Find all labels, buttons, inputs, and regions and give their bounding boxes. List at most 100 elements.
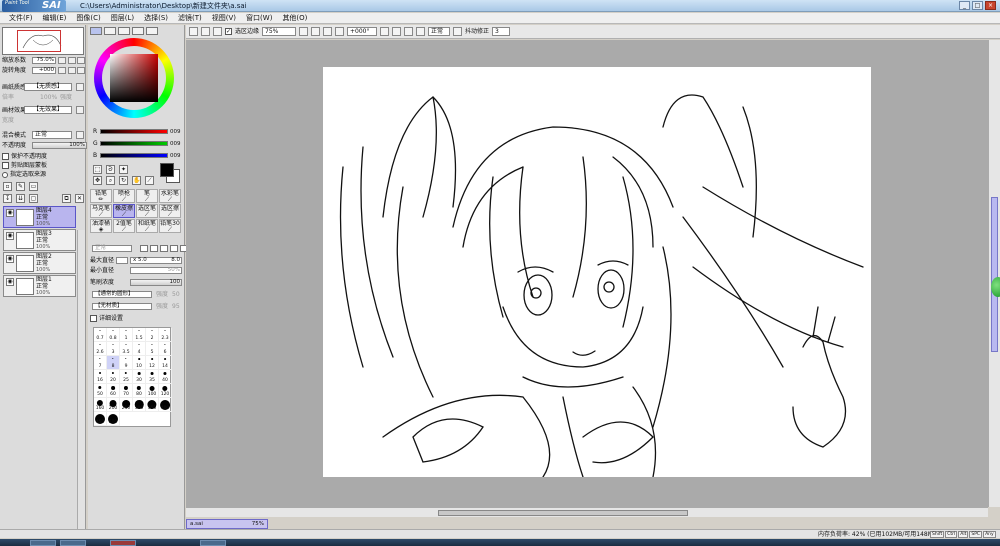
menu-file[interactable]: 文件(F) [4,13,38,23]
saturation-value-square[interactable] [110,54,158,102]
magic-wand-icon[interactable]: ✦ [119,165,128,174]
brush-size-cell[interactable]: 9 [120,356,133,370]
eyedropper-icon[interactable]: ⟋ [145,176,154,185]
transfer-down-icon[interactable]: ↧ [3,194,12,203]
brush-size-cell[interactable]: 4 [133,342,146,356]
edge-shape-4[interactable] [170,245,178,252]
tool-select-eraser[interactable]: 选区擦 ⟋ [159,204,181,218]
taskbar-app-2[interactable] [60,540,86,546]
layer-item-3[interactable]: ◉ 图层3 正常 100% [3,229,76,251]
stabilizer-select[interactable]: 3 [492,27,511,36]
brush-size-cell[interactable]: 10 [133,356,146,370]
taskbar-app-1[interactable] [30,540,56,546]
menu-canvas[interactable]: 图像(C) [71,13,105,23]
zoom-fit-button[interactable] [335,27,345,36]
menu-selection[interactable]: 选择(S) [139,13,173,23]
brush-texture-select[interactable]: 【无材质】 [92,303,152,310]
menu-edit[interactable]: 编辑(E) [38,13,72,23]
brush-size-cell[interactable]: 80 [133,384,146,398]
preserve-opacity-checkbox[interactable] [2,153,9,160]
tool-watercolor[interactable]: 水彩笔 ⟋ [159,189,181,203]
selection-source-radio[interactable] [2,171,8,178]
color-wheel-tab[interactable] [90,27,102,35]
scratchpad-tab[interactable] [146,27,158,35]
green-slider[interactable] [100,141,168,146]
tool-bucket[interactable]: 油漆桶 ◈ [90,219,112,233]
brush-size-cell[interactable]: 40 [159,370,172,384]
brush-size-cell[interactable]: 1.5 [133,328,146,342]
preserve-opacity-option[interactable]: 保护不透明度 [2,153,47,160]
clipping-option[interactable]: 剪贴图层蒙板 [2,162,47,169]
layer-list-scrollbar[interactable] [77,230,85,530]
copy-layer-icon[interactable]: ⧉ [62,194,71,203]
rotation-field[interactable]: +000° [347,27,378,36]
max-size-value[interactable]: x 5.0 8.0 [130,257,182,264]
floating-widget-icon[interactable] [991,277,1000,297]
brush-size-cell[interactable]: 25 [120,370,133,384]
brush-size-cell[interactable]: 5 [146,342,159,356]
move-icon[interactable]: ✥ [93,176,102,185]
rotate-icon[interactable]: ↻ [119,176,128,185]
zoom-plus-button[interactable] [68,57,76,64]
tool-pencil-30[interactable]: 铅笔30 ⟋ [159,219,181,233]
hsv-slider-tab[interactable] [118,27,130,35]
tool-washi-pen[interactable]: 和纸笔 ⟋ [136,219,158,233]
brush-mode-select[interactable]: 正常 [92,245,132,252]
navigator-preview[interactable] [2,27,84,55]
edge-shape-1[interactable] [140,245,148,252]
layer-item-1[interactable]: ◉ 图层1 正常 100% [3,275,76,297]
flip-button[interactable] [416,27,426,36]
zoom-icon[interactable]: ⌕ [106,176,115,185]
merge-down-icon[interactable]: ⇊ [16,194,25,203]
rotate-reset-button[interactable] [404,27,414,36]
brush-size-cell[interactable]: 60 [107,384,120,398]
brush-size-cell[interactable]: 200 [107,398,120,412]
opacity-slider[interactable]: 100% [32,142,87,149]
menu-window[interactable]: 窗口(W) [241,13,277,23]
brush-size-cell[interactable]: 100 [146,384,159,398]
brush-size-cell[interactable]: 20 [107,370,120,384]
new-folder-icon[interactable]: ▭ [29,182,38,191]
edge-shape-2[interactable] [150,245,158,252]
zoom-minus-button[interactable] [58,57,66,64]
taskbar-app-3[interactable] [110,540,136,546]
swatches-tab[interactable] [132,27,144,35]
maximize-button[interactable]: □ [972,1,983,10]
canvas-horizontal-scrollbar[interactable] [186,507,988,517]
brush-size-cell[interactable]: 7 [94,356,107,370]
brush-size-cell[interactable]: 300 [133,398,146,412]
brush-size-cell[interactable]: 14 [159,356,172,370]
blend-mode-select[interactable]: 正常 [32,131,72,139]
brush-size-cell[interactable]: 12 [146,356,159,370]
tool-marker[interactable]: 马克笔 ⟋ [90,204,112,218]
rotate-value[interactable]: +000 [32,67,56,74]
eye-icon[interactable]: ◉ [6,232,14,240]
tool-pencil[interactable]: 铅笔 ✏ [90,189,112,203]
view-mode-select[interactable]: 正常 [428,27,451,36]
min-size-value[interactable]: 50% [130,267,182,274]
menu-layer[interactable]: 图层(L) [106,13,139,23]
rotate-left-button[interactable] [380,27,390,36]
tool-brush[interactable]: 笔 ⟋ [136,189,158,203]
edge-shape-3[interactable] [160,245,168,252]
paper-texture-dropdown[interactable] [76,83,84,91]
brush-size-cell[interactable]: 500 [107,412,120,426]
zoom-reset-small-button[interactable] [77,57,85,64]
zoom-value[interactable]: 75.0% [32,57,56,64]
brush-size-cell[interactable]: 50 [94,384,107,398]
paper-effect-dropdown[interactable] [76,106,84,114]
clear-layer-icon[interactable]: ▢ [29,194,38,203]
brush-size-cell[interactable]: 8 [107,356,120,370]
brush-size-cell[interactable]: 2.6 [94,342,107,356]
eye-icon[interactable]: ◉ [6,255,14,263]
brush-size-cell[interactable]: 30 [133,370,146,384]
brush-size-cell[interactable]: 350 [146,398,159,412]
selection-source-option[interactable]: 指定选取来源 [2,171,46,178]
rotate-right-small-button[interactable] [68,67,76,74]
brush-shape-select[interactable]: 【通常的圆形】 [92,291,152,298]
rgb-slider-tab[interactable] [104,27,116,35]
foreground-color-swatch[interactable] [160,163,174,177]
drawing-canvas[interactable] [323,67,871,478]
rotate-left-small-button[interactable] [58,67,66,74]
lasso-icon[interactable]: ᘐ [106,165,115,174]
